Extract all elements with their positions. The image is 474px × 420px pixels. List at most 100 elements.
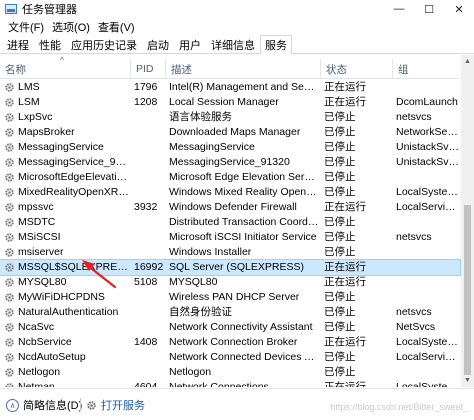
maximize-button[interactable]: ☐ <box>414 0 444 18</box>
tab-performance[interactable]: 性能 <box>34 35 66 53</box>
tab-app-history[interactable]: 应用历史记录 <box>66 35 142 53</box>
service-name: MessagingService_91320 <box>18 156 130 168</box>
service-row[interactable]: Netman 4604 Network Connections 正在运行 LocalSy… <box>0 380 460 387</box>
gear-icon <box>4 127 15 138</box>
tab-services[interactable]: 服务 <box>260 35 292 54</box>
tab-processes[interactable]: 进程 <box>2 35 34 53</box>
gear-icon <box>4 367 15 378</box>
service-row[interactable]: NaturalAuthentication 自然身份验证 已停止 netsvcs <box>0 305 460 320</box>
service-row[interactable]: MapsBroker Downloaded Maps Manager 已停止 Netw… <box>0 125 460 140</box>
service-status: 已停止 <box>324 291 356 303</box>
service-name-cell: MSDTC <box>4 215 130 230</box>
service-pid <box>134 170 168 185</box>
service-row[interactable]: MixedRealityOpenXRSvc Windows Mixed Reali… <box>0 185 460 200</box>
service-pid <box>134 350 168 365</box>
close-button[interactable]: ✕ <box>444 0 474 18</box>
service-row[interactable]: MessagingService MessagingService 已停止 Unist… <box>0 140 460 155</box>
gear-icon <box>86 400 97 411</box>
service-row[interactable]: NcdAutoSetup Network Connected Devices Au… <box>0 350 460 365</box>
menu-view[interactable]: 查看(V) <box>94 19 139 35</box>
scrollbar-thumb[interactable] <box>464 205 471 375</box>
watermark: https://blog.csdn.net/Bitter_sweet_ <box>330 402 468 412</box>
service-row[interactable]: MessagingService_91320 MessagingService_9… <box>0 155 460 170</box>
service-name: Netlogon <box>18 366 61 378</box>
open-services-label: 打开服务 <box>101 400 145 412</box>
service-name-cell: NaturalAuthentication <box>4 305 130 320</box>
service-pid <box>134 305 168 320</box>
service-row[interactable]: MicrosoftEdgeElevationS... Microsoft Edge… <box>0 170 460 185</box>
service-name-cell: MSSQL$SQLEXPRESS <box>4 260 130 275</box>
service-row[interactable]: msiserver Windows Installer 已停止 <box>0 245 460 260</box>
window-title: 任务管理器 <box>22 4 77 16</box>
column-header-status[interactable]: 状态 <box>320 59 392 79</box>
service-row[interactable]: MSDTC Distributed Transaction Coordina...… <box>0 215 460 230</box>
service-row[interactable]: LSM 1208 Local Session Manager 正在运行 DcomLaun… <box>0 95 460 110</box>
minimize-button[interactable]: — <box>384 0 414 18</box>
open-services-link[interactable]: 打开服务 <box>86 397 145 413</box>
menu-file[interactable]: 文件(F) <box>4 19 48 35</box>
service-description: MessagingService_91320 <box>169 156 290 168</box>
tab-details[interactable]: 详细信息 <box>206 35 260 53</box>
gear-icon <box>4 322 15 333</box>
service-pid: 3932 <box>134 201 158 213</box>
service-row[interactable]: MYSQL80 5108 MYSQL80 正在运行 <box>0 275 460 290</box>
service-name-cell: Netman <box>4 380 130 387</box>
service-name: MYSQL80 <box>18 276 67 288</box>
service-row[interactable]: Netlogon Netlogon 已停止 <box>0 365 460 380</box>
scroll-up-arrow-icon[interactable]: ▲ <box>461 55 474 68</box>
tab-startup[interactable]: 启动 <box>142 35 174 53</box>
service-group: LocalSystem... <box>396 186 460 198</box>
service-pid: 4604 <box>134 381 158 387</box>
service-group: LocalSystem... <box>396 336 460 348</box>
service-name: mpssvc <box>18 201 54 213</box>
service-pid <box>134 155 168 170</box>
tab-users[interactable]: 用户 <box>174 35 206 53</box>
service-pid: 5108 <box>134 276 158 288</box>
service-name-cell: msiserver <box>4 245 130 260</box>
service-description: Intel(R) Management and Securit... <box>169 81 319 93</box>
service-row[interactable]: NcaSvc Network Connectivity Assistant 已停止 N… <box>0 320 460 335</box>
service-pid <box>134 125 168 140</box>
service-row[interactable]: LxpSvc 语言体验服务 已停止 netsvcs <box>0 110 460 125</box>
gear-icon <box>4 277 15 288</box>
service-group <box>396 290 460 305</box>
service-name: NcdAutoSetup <box>18 351 86 363</box>
service-description: Network Connectivity Assistant <box>169 321 313 333</box>
service-group: LocalService... <box>396 201 460 213</box>
sort-up-icon: ^ <box>60 56 64 65</box>
gear-icon <box>4 157 15 168</box>
scroll-down-arrow-icon[interactable]: ▼ <box>461 374 474 387</box>
column-header-name[interactable]: ^ 名称 <box>0 56 130 79</box>
column-header-pid[interactable]: PID <box>130 59 165 79</box>
service-description: Local Session Manager <box>169 96 279 108</box>
gear-icon <box>4 187 15 198</box>
column-header-group[interactable]: 组 <box>392 59 460 79</box>
service-status: 已停止 <box>324 231 356 243</box>
service-row[interactable]: NcbService 1408 Network Connection Broker 正… <box>0 335 460 350</box>
service-row[interactable]: MSiSCSI Microsoft iSCSI Initiator Service… <box>0 230 460 245</box>
service-description: Wireless PAN DHCP Server <box>169 291 300 303</box>
title-bar: 任务管理器 — ☐ ✕ <box>0 0 474 18</box>
column-header-name-label: 名称 <box>5 63 26 76</box>
service-name: msiserver <box>18 246 64 258</box>
service-row[interactable]: mpssvc 3932 Windows Defender Firewall 正在运行 L… <box>0 200 460 215</box>
service-row[interactable]: LMS 1796 Intel(R) Management and Securit..… <box>0 80 460 95</box>
service-name-cell: LSM <box>4 95 130 110</box>
menu-options[interactable]: 选项(O) <box>48 19 94 35</box>
fewer-details-label: 简略信息(D) <box>23 400 83 412</box>
service-pid <box>134 110 168 125</box>
chevron-up-icon: ∧ <box>6 398 19 412</box>
gear-icon <box>4 202 15 213</box>
service-row[interactable]: MyWiFiDHCPDNS Wireless PAN DHCP Server 已停止 <box>0 290 460 305</box>
service-row[interactable]: MSSQL$SQLEXPRESS 16992 SQL Server (SQLEXPR… <box>0 259 461 276</box>
service-group <box>396 80 460 95</box>
vertical-scrollbar[interactable]: ▲ ▼ <box>461 55 474 387</box>
fewer-details-toggle[interactable]: ∧ 简略信息(D) <box>6 397 82 413</box>
service-name: MicrosoftEdgeElevationS... <box>18 171 130 183</box>
service-name-cell: MYSQL80 <box>4 275 130 290</box>
gear-icon <box>4 382 15 387</box>
service-group <box>396 275 460 290</box>
divider <box>80 398 81 411</box>
service-name-cell: MSiSCSI <box>4 230 130 245</box>
column-header-description[interactable]: 描述 <box>165 59 320 79</box>
